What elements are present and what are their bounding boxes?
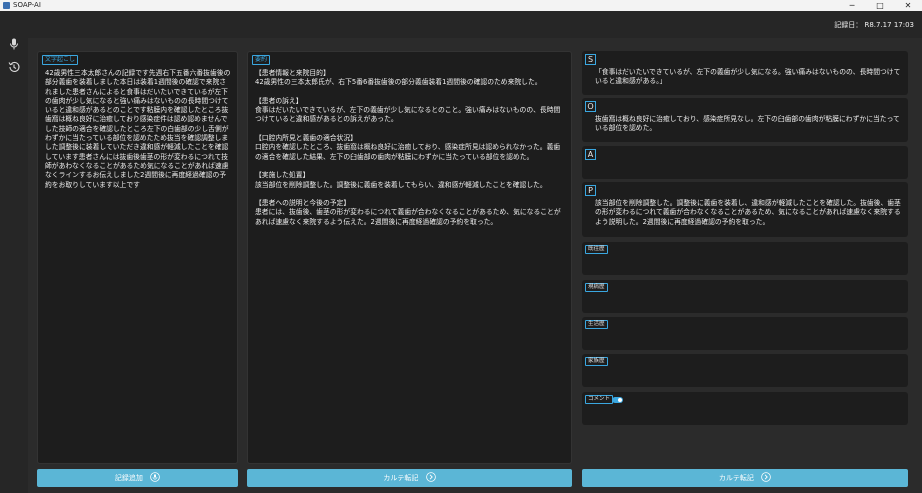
arrow-circle-icon [761, 472, 771, 482]
summary-text[interactable]: 【患者情報と来院目的】 42歳男性の三本太郎氏が、右下5番6番抜歯後の部分義歯装… [255, 69, 565, 227]
add-record-button[interactable]: 記録追加 [37, 469, 238, 487]
lifestyle-box[interactable]: 生活歴 [582, 317, 908, 350]
soap-s-letter: S [585, 54, 596, 65]
transcript-panel[interactable]: 文字起こし 42歳男性三本太郎さんの記録です先週右下五番六番抜歯後の部分義歯を装… [37, 51, 238, 464]
history-button[interactable] [7, 59, 21, 73]
microphone-circle-icon [150, 472, 160, 482]
chart-transfer-label-1: カルテ転記 [383, 474, 419, 482]
comment-box[interactable]: コメント [582, 392, 908, 425]
app-logo-icon [3, 2, 10, 9]
past-history-box[interactable]: 既往歴 [582, 242, 908, 275]
window-title: SOAP-AI [13, 1, 41, 9]
window-titlebar: SOAP-AI ─ □ ✕ [0, 0, 922, 11]
top-bar: 記録日： R8.7.17 17:03 [28, 11, 922, 38]
summary-label: 要約 [252, 55, 271, 65]
microphone-icon [10, 38, 18, 50]
chart-transfer-label-2: カルテ転記 [718, 474, 754, 482]
soap-o-text[interactable]: 抜歯窩は概ね良好に治癒しており、感染症所見なし。左下の臼歯部の歯肉が粘膜にわずか… [595, 115, 902, 134]
chart-transfer-button-2[interactable]: カルテ転記 [582, 469, 908, 487]
soap-p-letter: P [585, 185, 596, 196]
add-record-label: 記録追加 [114, 474, 143, 482]
summary-panel[interactable]: 要約 【患者情報と来院目的】 42歳男性の三本太郎氏が、右下5番6番抜歯後の部分… [247, 51, 572, 464]
soap-a-letter: A [585, 149, 596, 160]
comment-label: コメント [585, 395, 614, 404]
present-illness-box[interactable]: 現病歴 [582, 280, 908, 313]
soap-o-letter: O [585, 101, 596, 112]
sidebar [0, 11, 28, 493]
past-history-label: 既往歴 [585, 245, 608, 254]
soap-o-box[interactable]: O 抜歯窩は概ね良好に治癒しており、感染症所見なし。左下の臼歯部の歯肉が粘膜にわ… [582, 98, 908, 142]
history-icon [8, 61, 20, 73]
soap-p-box[interactable]: P 該当部位を削除調整した。調整後に義歯を装着し、違和感が軽減したことを確認した… [582, 182, 908, 237]
maximize-button[interactable]: □ [866, 0, 894, 11]
comment-toggle[interactable] [612, 397, 623, 403]
soap-s-text[interactable]: 「食事はだいたいできているが、左下の義歯が少し気になる。強い痛みはないものの、長… [595, 68, 902, 87]
record-date: 記録日： R8.7.17 17:03 [834, 21, 914, 29]
chart-transfer-button-1[interactable]: カルテ転記 [247, 469, 572, 487]
soap-p-text[interactable]: 該当部位を削除調整した。調整後に義歯を装着し、違和感が軽減したことを確認した。抜… [595, 199, 902, 227]
soap-s-box[interactable]: S 「食事はだいたいできているが、左下の義歯が少し気になる。強い痛みはないものの… [582, 51, 908, 95]
transcript-text[interactable]: 42歳男性三本太郎さんの記録です先週右下五番六番抜歯後の部分義歯を装着しました本… [45, 69, 231, 190]
microphone-button[interactable] [7, 36, 21, 50]
soap-a-box[interactable]: A [582, 146, 908, 179]
close-button[interactable]: ✕ [894, 0, 922, 11]
minimize-button[interactable]: ─ [838, 0, 866, 11]
family-history-box[interactable]: 家族歴 [582, 354, 908, 387]
lifestyle-label: 生活歴 [585, 320, 608, 329]
family-history-label: 家族歴 [585, 357, 608, 366]
present-illness-label: 現病歴 [585, 283, 608, 292]
arrow-circle-icon [425, 472, 436, 482]
transcript-label: 文字起こし [42, 55, 79, 65]
